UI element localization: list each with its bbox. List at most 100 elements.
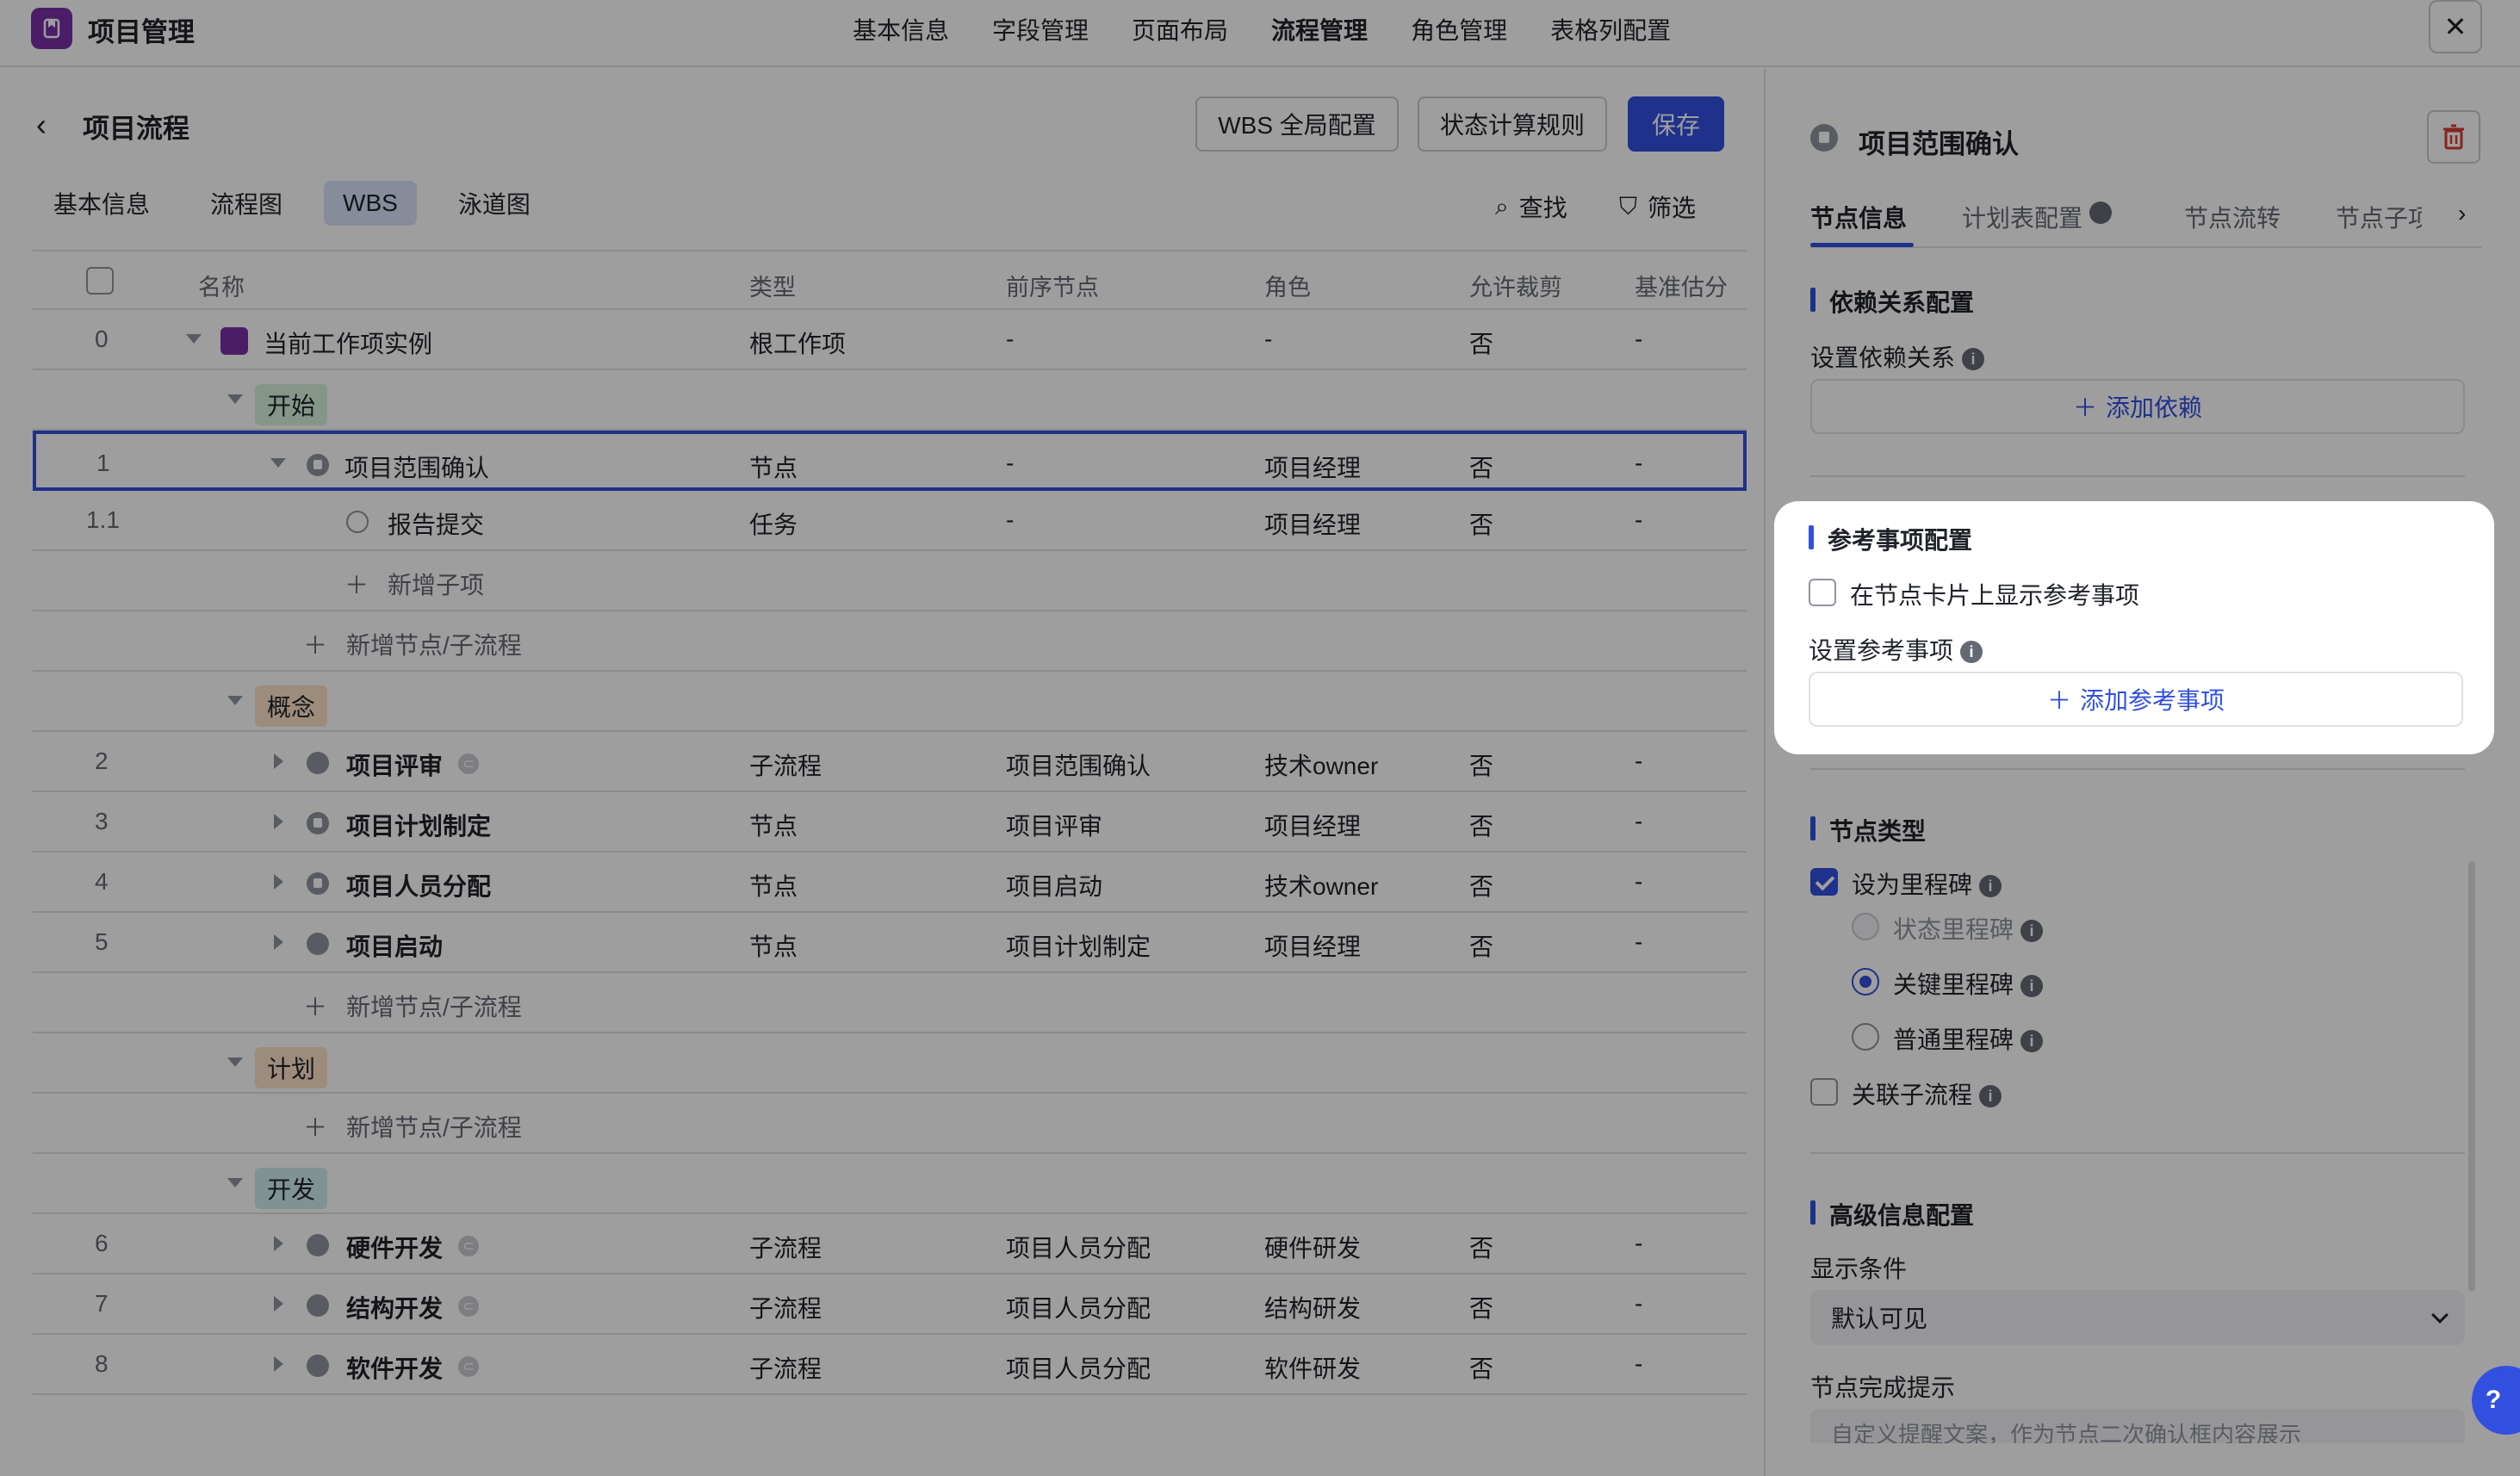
- info-icon: i: [1979, 1085, 2002, 1107]
- trash-icon: [2443, 124, 2464, 150]
- info-icon: i: [2020, 1030, 2044, 1052]
- filter-button[interactable]: ⛉ 筛选: [1619, 189, 1696, 224]
- show-reference-checkbox[interactable]: [1809, 579, 1836, 606]
- complete-hint-label: 节点完成提示: [1810, 1374, 1956, 1401]
- table-row[interactable]: 8 软件开发 ⊂ 子流程 项目人员分配 软件研发 否 -: [33, 1335, 1747, 1395]
- subtab-flowchart[interactable]: 流程图: [191, 177, 301, 229]
- status-rule-button[interactable]: 状态计算规则: [1418, 96, 1607, 152]
- node-icon: [307, 933, 329, 955]
- table-row[interactable]: 5 项目启动 节点 项目计划制定 项目经理 否 -: [33, 913, 1747, 973]
- reference-label: 设置参考事项 i: [1809, 632, 1983, 667]
- subflow-icon: [307, 1355, 329, 1377]
- key-milestone-label: 关键里程碑 i: [1893, 966, 2044, 1001]
- help-icon: ?: [2485, 1386, 2502, 1414]
- page-title: 项目流程: [83, 114, 189, 144]
- wbs-global-config-button[interactable]: WBS 全局配置: [1195, 96, 1399, 152]
- drawer-tabs: 节点信息 计划表配置 i 节点流转 节点子项 ›: [1810, 198, 2482, 248]
- complete-hint-input[interactable]: 自定义提醒文案，作为节点二次确认框内容展示: [1810, 1409, 2465, 1443]
- expand-caret-icon[interactable]: [274, 754, 283, 769]
- add-icon: ＋: [303, 994, 328, 1020]
- display-condition-label: 显示条件: [1810, 1256, 1908, 1282]
- section-dependency-title: 依赖关系配置: [1810, 284, 1974, 319]
- collapse-caret-icon[interactable]: [186, 334, 202, 344]
- add-icon: ＋: [303, 1114, 328, 1141]
- tab-node-flow[interactable]: 节点流转: [2184, 200, 2281, 234]
- key-milestone-radio[interactable]: [1852, 968, 1879, 995]
- subtab-wbs[interactable]: WBS: [324, 181, 417, 226]
- tab-plan-table[interactable]: 计划表配置 i: [1962, 200, 2113, 234]
- chevron-right-icon[interactable]: ›: [2458, 200, 2466, 227]
- phase-row[interactable]: 开始: [33, 370, 1747, 431]
- phase-row[interactable]: 概念: [33, 672, 1747, 732]
- link-icon: ⊂: [458, 754, 479, 774]
- topnav-tab-roles[interactable]: 角色管理: [1411, 12, 1507, 47]
- display-condition-select[interactable]: 默认可见: [1810, 1290, 2465, 1345]
- subtab-basic[interactable]: 基本信息: [34, 177, 169, 229]
- info-icon: i: [1962, 348, 1985, 370]
- add-dependency-button[interactable]: ＋添加依赖: [1810, 379, 2465, 434]
- table-row[interactable]: 0 当前工作项实例 根工作项 - - 否 -: [33, 310, 1747, 370]
- plus-icon: ＋: [2046, 687, 2071, 714]
- subflow-icon: [307, 752, 329, 774]
- phase-row[interactable]: 计划: [33, 1033, 1747, 1094]
- link-subflow-checkbox[interactable]: [1810, 1078, 1838, 1106]
- subtab-swimlane[interactable]: 泳道图: [439, 177, 549, 229]
- collapse-caret-icon[interactable]: [227, 394, 243, 404]
- table-row[interactable]: 3 项目计划制定 节点 项目评审 项目经理 否 -: [33, 792, 1747, 853]
- divider: [1810, 1152, 2465, 1154]
- phase-row[interactable]: 开发: [33, 1154, 1747, 1214]
- divider: [1810, 475, 2465, 477]
- root-workitem-icon: [220, 327, 248, 355]
- close-button[interactable]: ✕: [2429, 0, 2482, 53]
- info-icon: i: [2020, 975, 2044, 997]
- normal-milestone-label: 普通里程碑 i: [1893, 1021, 2044, 1056]
- task-icon: [346, 511, 369, 533]
- expand-caret-icon[interactable]: [274, 934, 283, 950]
- expand-caret-icon[interactable]: [274, 1356, 283, 1372]
- topnav-tab-layout[interactable]: 页面布局: [1132, 12, 1228, 47]
- add-icon: ＋: [344, 572, 369, 598]
- expand-caret-icon[interactable]: [274, 814, 283, 829]
- info-icon: i: [1960, 641, 1983, 663]
- delete-button[interactable]: [2427, 110, 2480, 164]
- table-row[interactable]: 4 项目人员分配 节点 项目启动 技术owner 否 -: [33, 853, 1747, 913]
- drawer-scrollbar[interactable]: [2468, 861, 2475, 1292]
- table-row[interactable]: 1.1 报告提交 任务 - 项目经理 否 -: [33, 491, 1747, 551]
- chevron-down-icon: [2431, 1306, 2449, 1324]
- collapse-caret-icon[interactable]: [227, 1178, 243, 1188]
- back-arrow-icon[interactable]: ‹: [36, 107, 47, 143]
- collapse-caret-icon[interactable]: [270, 458, 286, 468]
- table-row[interactable]: 7 结构开发 ⊂ 子流程 项目人员分配 结构研发 否 -: [33, 1274, 1747, 1335]
- expand-caret-icon[interactable]: [274, 1236, 283, 1251]
- topnav-tab-basic[interactable]: 基本信息: [853, 12, 949, 47]
- topnav-tab-fields[interactable]: 字段管理: [992, 12, 1089, 47]
- table-row[interactable]: 6 硬件开发 ⊂ 子流程 项目人员分配 硬件研发 否 -: [33, 1214, 1747, 1274]
- node-icon: [307, 812, 329, 834]
- expand-caret-icon[interactable]: [274, 874, 283, 890]
- find-button[interactable]: ⌕ 查找: [1495, 189, 1567, 224]
- add-node-row[interactable]: ＋ 新增节点/子流程: [33, 973, 1747, 1033]
- collapse-caret-icon[interactable]: [227, 1057, 243, 1067]
- select-all-checkbox[interactable]: [86, 267, 114, 295]
- normal-milestone-radio[interactable]: [1852, 1023, 1879, 1051]
- expand-caret-icon[interactable]: [274, 1296, 283, 1312]
- table-header: 名称 类型 前序节点 角色 允许裁剪 基准估分: [33, 250, 1747, 310]
- status-milestone-radio[interactable]: [1852, 913, 1879, 940]
- add-node-row[interactable]: ＋ 新增节点/子流程: [33, 1094, 1747, 1154]
- info-icon: i: [2089, 202, 2113, 224]
- table-row-selected[interactable]: 1 项目范围确认 节点 - 项目经理 否 -: [33, 431, 1747, 491]
- add-subitem-row[interactable]: ＋ 新增子项: [33, 551, 1747, 611]
- sub-tabs: 基本信息 流程图 WBS 泳道图: [34, 176, 549, 231]
- topnav-tab-columns[interactable]: 表格列配置: [1550, 12, 1671, 47]
- info-icon: i: [2020, 920, 2044, 942]
- topnav-tab-flow[interactable]: 流程管理: [1271, 12, 1368, 47]
- filter-icon: ⛉: [1619, 192, 1638, 220]
- table-row[interactable]: 2 项目评审 ⊂ 子流程 项目范围确认 技术owner 否 -: [33, 732, 1747, 792]
- tab-node-info[interactable]: 节点信息: [1810, 200, 1907, 234]
- milestone-checkbox[interactable]: [1810, 868, 1838, 896]
- tab-node-subitems[interactable]: 节点子项: [2336, 200, 2422, 234]
- add-node-row[interactable]: ＋ 新增节点/子流程: [33, 611, 1747, 672]
- add-reference-button[interactable]: ＋添加参考事项: [1809, 672, 2463, 727]
- collapse-caret-icon[interactable]: [227, 696, 243, 705]
- save-button[interactable]: 保存: [1628, 96, 1724, 152]
